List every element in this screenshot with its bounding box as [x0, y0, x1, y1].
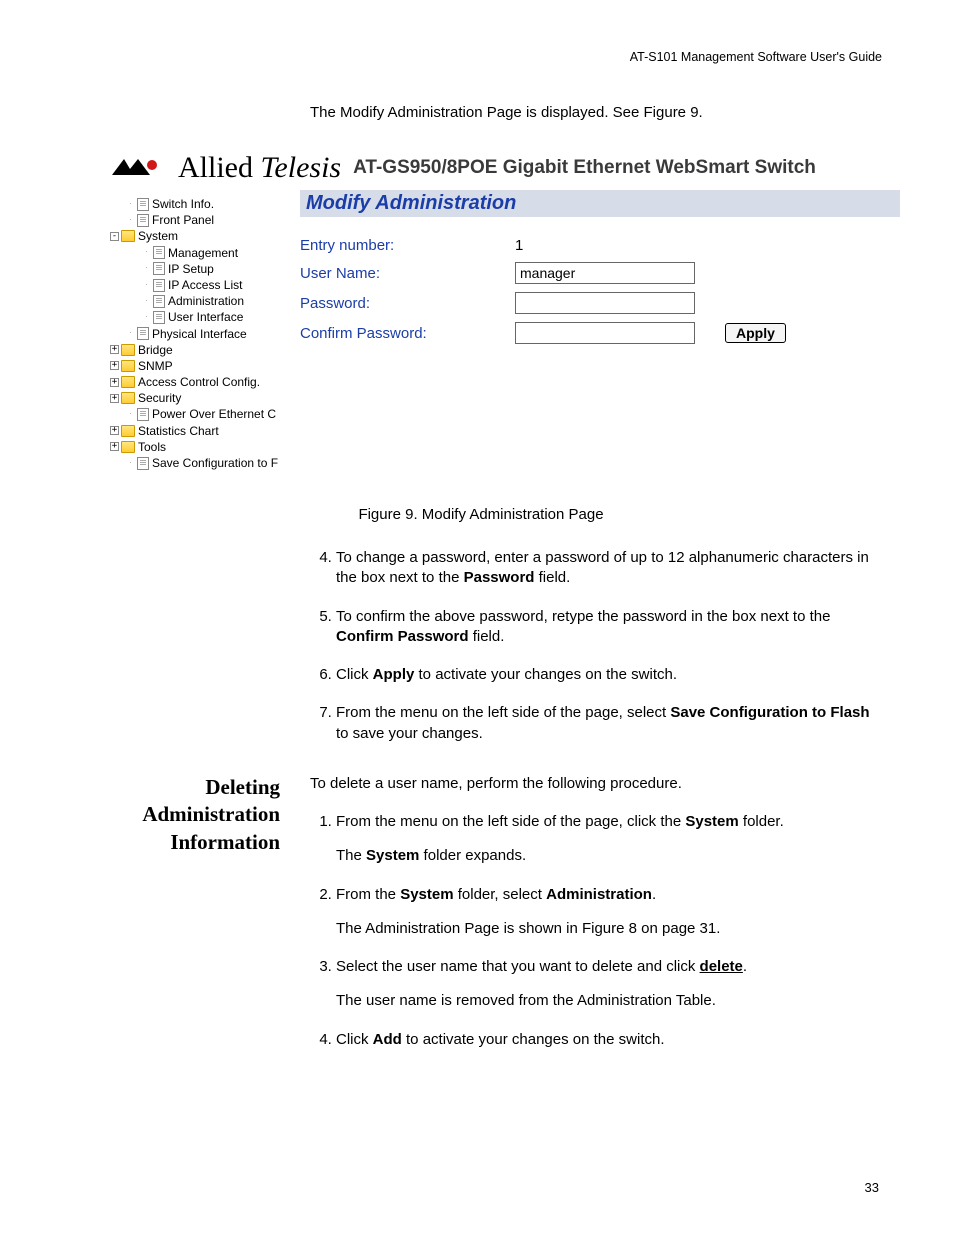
tree-save[interactable]: ·Save Configuration to F	[110, 455, 290, 471]
figure-9: Allied Telesis AT-GS950/8POE Gigabit Eth…	[110, 151, 900, 471]
confirm-password-label: Confirm Password:	[300, 325, 515, 342]
username-label: User Name:	[300, 265, 515, 282]
del-step-4: Click Add to activate your changes on th…	[336, 1030, 882, 1050]
tree-poe[interactable]: ·Power Over Ethernet C	[110, 406, 290, 422]
folder-icon	[121, 360, 135, 372]
steps-list-1: To change a password, enter a password o…	[310, 548, 882, 744]
expand-icon[interactable]: +	[110, 345, 119, 354]
tree-physical[interactable]: ·Physical Interface	[110, 326, 290, 342]
folder-icon	[121, 441, 135, 453]
step-7: From the menu on the left side of the pa…	[336, 703, 882, 744]
folder-icon	[121, 376, 135, 388]
figure-caption: Figure 9. Modify Administration Page	[80, 506, 882, 523]
page-icon	[153, 246, 165, 259]
page-icon	[137, 408, 149, 421]
tree-stats[interactable]: +Statistics Chart	[110, 423, 290, 439]
expand-icon[interactable]: +	[110, 442, 119, 451]
tree-user-interface[interactable]: ·User Interface	[110, 309, 290, 325]
tree-tools[interactable]: +Tools	[110, 439, 290, 455]
section2-intro: To delete a user name, perform the follo…	[310, 774, 882, 794]
expand-icon[interactable]: +	[110, 361, 119, 370]
page-icon	[137, 327, 149, 340]
folder-open-icon	[121, 230, 135, 242]
expand-icon[interactable]: +	[110, 394, 119, 403]
expand-icon[interactable]: +	[110, 426, 119, 435]
folder-icon	[121, 344, 135, 356]
section-heading-deleting: Deleting Administration Information	[80, 774, 310, 1068]
tree-snmp[interactable]: +SNMP	[110, 358, 290, 374]
tree-switch-info[interactable]: ·Switch Info.	[110, 196, 290, 212]
entry-label: Entry number:	[300, 237, 515, 254]
brand-logo-area: Allied Telesis	[110, 151, 341, 185]
folder-icon	[121, 392, 135, 404]
expand-icon[interactable]: +	[110, 378, 119, 387]
confirm-password-input[interactable]	[515, 322, 695, 344]
tree-security[interactable]: +Security	[110, 390, 290, 406]
nav-tree: ·Switch Info. ·Front Panel -System ·Mana…	[110, 190, 290, 471]
page-icon	[153, 262, 165, 275]
del-step-3: Select the user name that you want to de…	[336, 957, 882, 1012]
step-6: Click Apply to activate your changes on …	[336, 665, 882, 685]
apply-button[interactable]: Apply	[725, 323, 786, 343]
tree-ip-setup[interactable]: ·IP Setup	[110, 261, 290, 277]
folder-icon	[121, 425, 135, 437]
tree-front-panel[interactable]: ·Front Panel	[110, 212, 290, 228]
brand-name: Allied Telesis	[178, 151, 341, 185]
product-title: AT-GS950/8POE Gigabit Ethernet WebSmart …	[353, 157, 816, 179]
del-step-1: From the menu on the left side of the pa…	[336, 812, 882, 867]
page-icon	[137, 457, 149, 470]
allied-telesis-logo-icon	[110, 157, 170, 177]
step-4: To change a password, enter a password o…	[336, 548, 882, 589]
tree-management[interactable]: ·Management	[110, 245, 290, 261]
page-number: 33	[865, 1180, 879, 1195]
collapse-icon[interactable]: -	[110, 232, 119, 241]
step-5: To confirm the above password, retype th…	[336, 607, 882, 648]
page-icon	[137, 214, 149, 227]
intro-text: The Modify Administration Page is displa…	[310, 104, 882, 121]
page-icon	[137, 198, 149, 211]
entry-value: 1	[515, 237, 523, 254]
password-input[interactable]	[515, 292, 695, 314]
header-guide: AT-S101 Management Software User's Guide	[80, 50, 882, 64]
page-icon	[153, 279, 165, 292]
username-input[interactable]	[515, 262, 695, 284]
tree-bridge[interactable]: +Bridge	[110, 342, 290, 358]
tree-system[interactable]: -System	[110, 228, 290, 244]
steps-list-2: From the menu on the left side of the pa…	[310, 812, 882, 1050]
tree-ip-access[interactable]: ·IP Access List	[110, 277, 290, 293]
page-icon	[153, 295, 165, 308]
password-label: Password:	[300, 295, 515, 312]
del-step-2: From the System folder, select Administr…	[336, 885, 882, 940]
tree-administration[interactable]: ·Administration	[110, 293, 290, 309]
panel-title: Modify Administration	[300, 190, 900, 217]
tree-acl[interactable]: +Access Control Config.	[110, 374, 290, 390]
page-icon	[153, 311, 165, 324]
